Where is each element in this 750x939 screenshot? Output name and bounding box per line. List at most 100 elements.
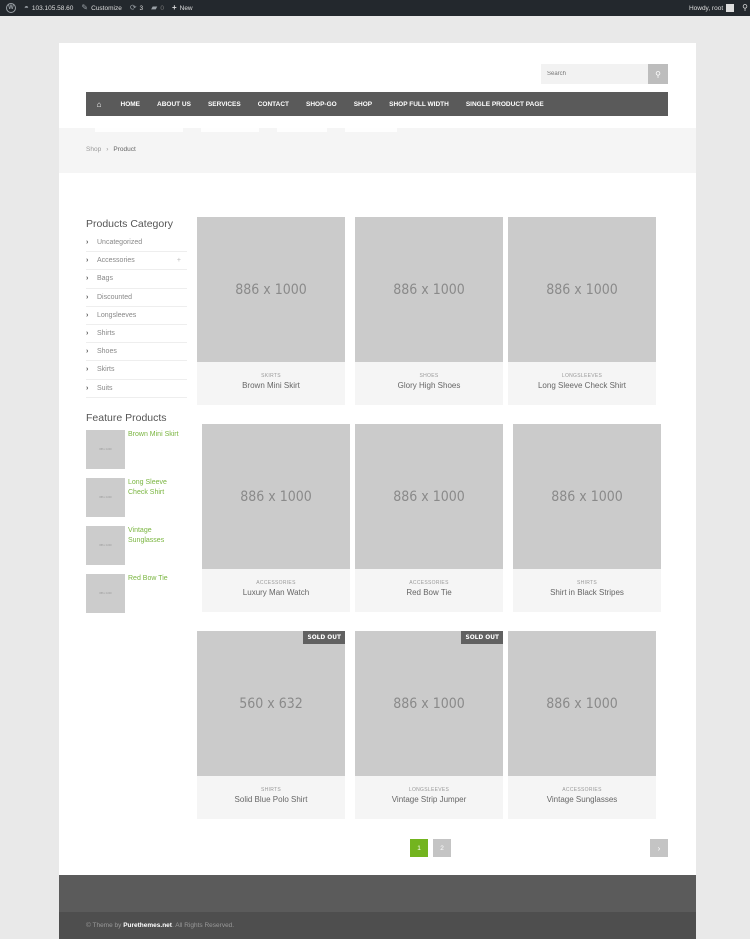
product-image[interactable]: 560 x 632 SOLD OUT (197, 631, 345, 776)
category-item[interactable]: › Shirts (86, 325, 187, 344)
nav-item-single-product-page[interactable]: SINGLE PRODUCT PAGE (457, 92, 552, 116)
next-page-button[interactable]: › (650, 839, 668, 857)
feature-product-link[interactable]: Long Sleeve Check Shirt (128, 478, 186, 526)
dashboard-icon: ◓ (24, 3, 29, 12)
feature-product-link[interactable]: Vintage Sunglasses (128, 526, 186, 574)
product-category: LONGSLEEVES (561, 373, 603, 379)
nav-item-home[interactable]: HOME (112, 92, 149, 116)
product-name[interactable]: Brown Mini Skirt (197, 381, 345, 390)
page-button-1[interactable]: 1 (410, 839, 428, 857)
expand-toggle[interactable]: + (177, 257, 181, 264)
feature-product-thumbnail[interactable]: 886 x 1000 (86, 525, 125, 565)
product-name[interactable]: Red Bow Tie (355, 588, 503, 597)
product-card[interactable]: 886 x 1000 ACCESSORIES Luxury Man Watch (202, 424, 350, 612)
footer-copyright: © Theme by Purethemes.net. All Rights Re… (59, 912, 696, 939)
product-image[interactable]: 886 x 1000 (202, 424, 350, 569)
copyright-suffix: . All Rights Reserved. (171, 922, 235, 929)
sold-out-badge: SOLD OUT (461, 631, 503, 644)
category-label: Shirts (97, 330, 115, 338)
breadcrumb: Shop › Product (86, 146, 136, 153)
category-item[interactable]: › Accessories + (86, 252, 187, 271)
chevron-right-icon: › (86, 257, 89, 265)
nav-item-about-us[interactable]: ABOUT US (149, 92, 200, 116)
updates-count: 3 (139, 4, 144, 12)
category-item[interactable]: › Shoes (86, 343, 187, 362)
feature-product: 886 x 1000 Red Bow Tie (86, 573, 187, 622)
new-content-link[interactable]: + New (168, 0, 197, 16)
product-card[interactable]: 886 x 1000 LONGSLEEVES Long Sleeve Check… (508, 217, 656, 405)
customize-label: Customize (91, 4, 122, 12)
product-image[interactable]: 886 x 1000 (508, 631, 656, 776)
product-name[interactable]: Shirt in Black Stripes (513, 588, 661, 597)
product-name[interactable]: Vintage Sunglasses (508, 795, 656, 804)
category-item[interactable]: › Skirts (86, 361, 187, 380)
feature-product: 886 x 1000 Long Sleeve Check Shirt (86, 477, 187, 526)
nav-item-shop[interactable]: SHOP (345, 92, 380, 116)
footer-brand-link[interactable]: Purethemes.net (123, 922, 172, 929)
product-image[interactable]: 886 x 1000 (508, 217, 656, 362)
product-image[interactable]: 886 x 1000 (513, 424, 661, 569)
product-card[interactable]: 886 x 1000 SHOES Glory High Shoes (355, 217, 503, 405)
product-name[interactable]: Glory High Shoes (355, 381, 503, 390)
category-item[interactable]: › Bags (86, 270, 187, 289)
category-label: Shoes (97, 348, 117, 356)
product-category: SHIRTS (260, 787, 282, 793)
product-card[interactable]: 886 x 1000 SOLD OUT LONGSLEEVES Vintage … (355, 631, 503, 819)
site-name-link[interactable]: ◓ 103.105.58.60 (20, 0, 77, 16)
image-placeholder-label: 886 x 1000 (393, 281, 465, 298)
feature-product: 886 x 1000 Vintage Sunglasses (86, 525, 187, 574)
category-item[interactable]: › Suits (86, 380, 187, 398)
updates-link[interactable]: ⟳ 3 (126, 0, 147, 16)
admin-search-button[interactable]: ⚲ (738, 0, 750, 16)
product-name[interactable]: Vintage Strip Jumper (355, 795, 503, 804)
wp-logo-menu[interactable]: W (0, 0, 20, 16)
category-label: Discounted (97, 293, 133, 301)
category-item[interactable]: › Longsleeves (86, 307, 187, 325)
product-image[interactable]: 886 x 1000 (355, 424, 503, 569)
product-name[interactable]: Long Sleeve Check Shirt (508, 381, 656, 390)
product-card[interactable]: 886 x 1000 SHIRTS Shirt in Black Stripes (513, 424, 661, 612)
category-label: Longsleeves (97, 311, 137, 319)
customize-link[interactable]: ✎ Customize (77, 0, 125, 16)
admin-bar: W ◓ 103.105.58.60 ✎ Customize ⟳ 3 ▰ 0 + … (0, 0, 750, 16)
chevron-right-icon: › (86, 348, 89, 356)
category-item[interactable]: › Uncategorized (86, 234, 187, 253)
nav-home-icon-link[interactable]: ⌂ (86, 92, 112, 116)
product-card[interactable]: 886 x 1000 ACCESSORIES Vintage Sunglasse… (508, 631, 656, 819)
product-image[interactable]: 886 x 1000 (197, 217, 345, 362)
feature-product-link[interactable]: Red Bow Tie (128, 574, 186, 622)
nav-item-shop-go[interactable]: SHOP-GO (298, 92, 346, 116)
my-account-link[interactable]: Howdy, root (685, 0, 738, 16)
nav-item-contact[interactable]: CONTACT (249, 92, 297, 116)
category-label: Suits (97, 384, 113, 392)
main-nav: ⌂ HOME ABOUT US SERVICES CONTACT SHOP-GO… (86, 92, 668, 116)
search-icon: ⚲ (742, 3, 748, 12)
product-name[interactable]: Solid Blue Polo Shirt (197, 795, 345, 804)
category-item[interactable]: › Discounted (86, 289, 187, 307)
feature-product-thumbnail[interactable]: 886 x 1000 (86, 477, 125, 517)
footer-widgets (59, 875, 696, 912)
comments-link[interactable]: ▰ 0 (147, 0, 168, 16)
feature-product-thumbnail[interactable]: 886 x 1000 (86, 429, 125, 469)
breadcrumb-shop-link[interactable]: Shop (86, 146, 101, 153)
product-image[interactable]: 886 x 1000 (355, 217, 503, 362)
feature-product: 886 x 1000 Brown Mini Skirt (86, 429, 187, 478)
nav-item-shop-full-width[interactable]: SHOP FULL WIDTH (381, 92, 458, 116)
search-button[interactable]: ⚲ (648, 64, 668, 84)
product-category: ACCESSORIES (562, 787, 602, 793)
feature-product-link[interactable]: Brown Mini Skirt (128, 430, 186, 478)
search-input[interactable] (541, 64, 648, 84)
chevron-right-icon: › (86, 311, 89, 319)
product-card[interactable]: 560 x 632 SOLD OUT SHIRTS Solid Blue Pol… (197, 631, 345, 819)
wordpress-icon: W (6, 3, 16, 13)
feature-product-thumbnail[interactable]: 886 x 1000 (86, 573, 125, 613)
avatar (726, 4, 735, 12)
page-button-2[interactable]: 2 (433, 839, 451, 857)
nav-item-services[interactable]: SERVICES (199, 92, 249, 116)
product-name[interactable]: Luxury Man Watch (202, 588, 350, 597)
product-card[interactable]: 886 x 1000 ACCESSORIES Red Bow Tie (355, 424, 503, 612)
product-image[interactable]: 886 x 1000 SOLD OUT (355, 631, 503, 776)
category-list: › Uncategorized › Accessories + › Bags › Disc… (86, 234, 187, 398)
product-card[interactable]: 886 x 1000 SKIRTS Brown Mini Skirt (197, 217, 345, 405)
product-category: LONGSLEEVES (408, 787, 450, 793)
